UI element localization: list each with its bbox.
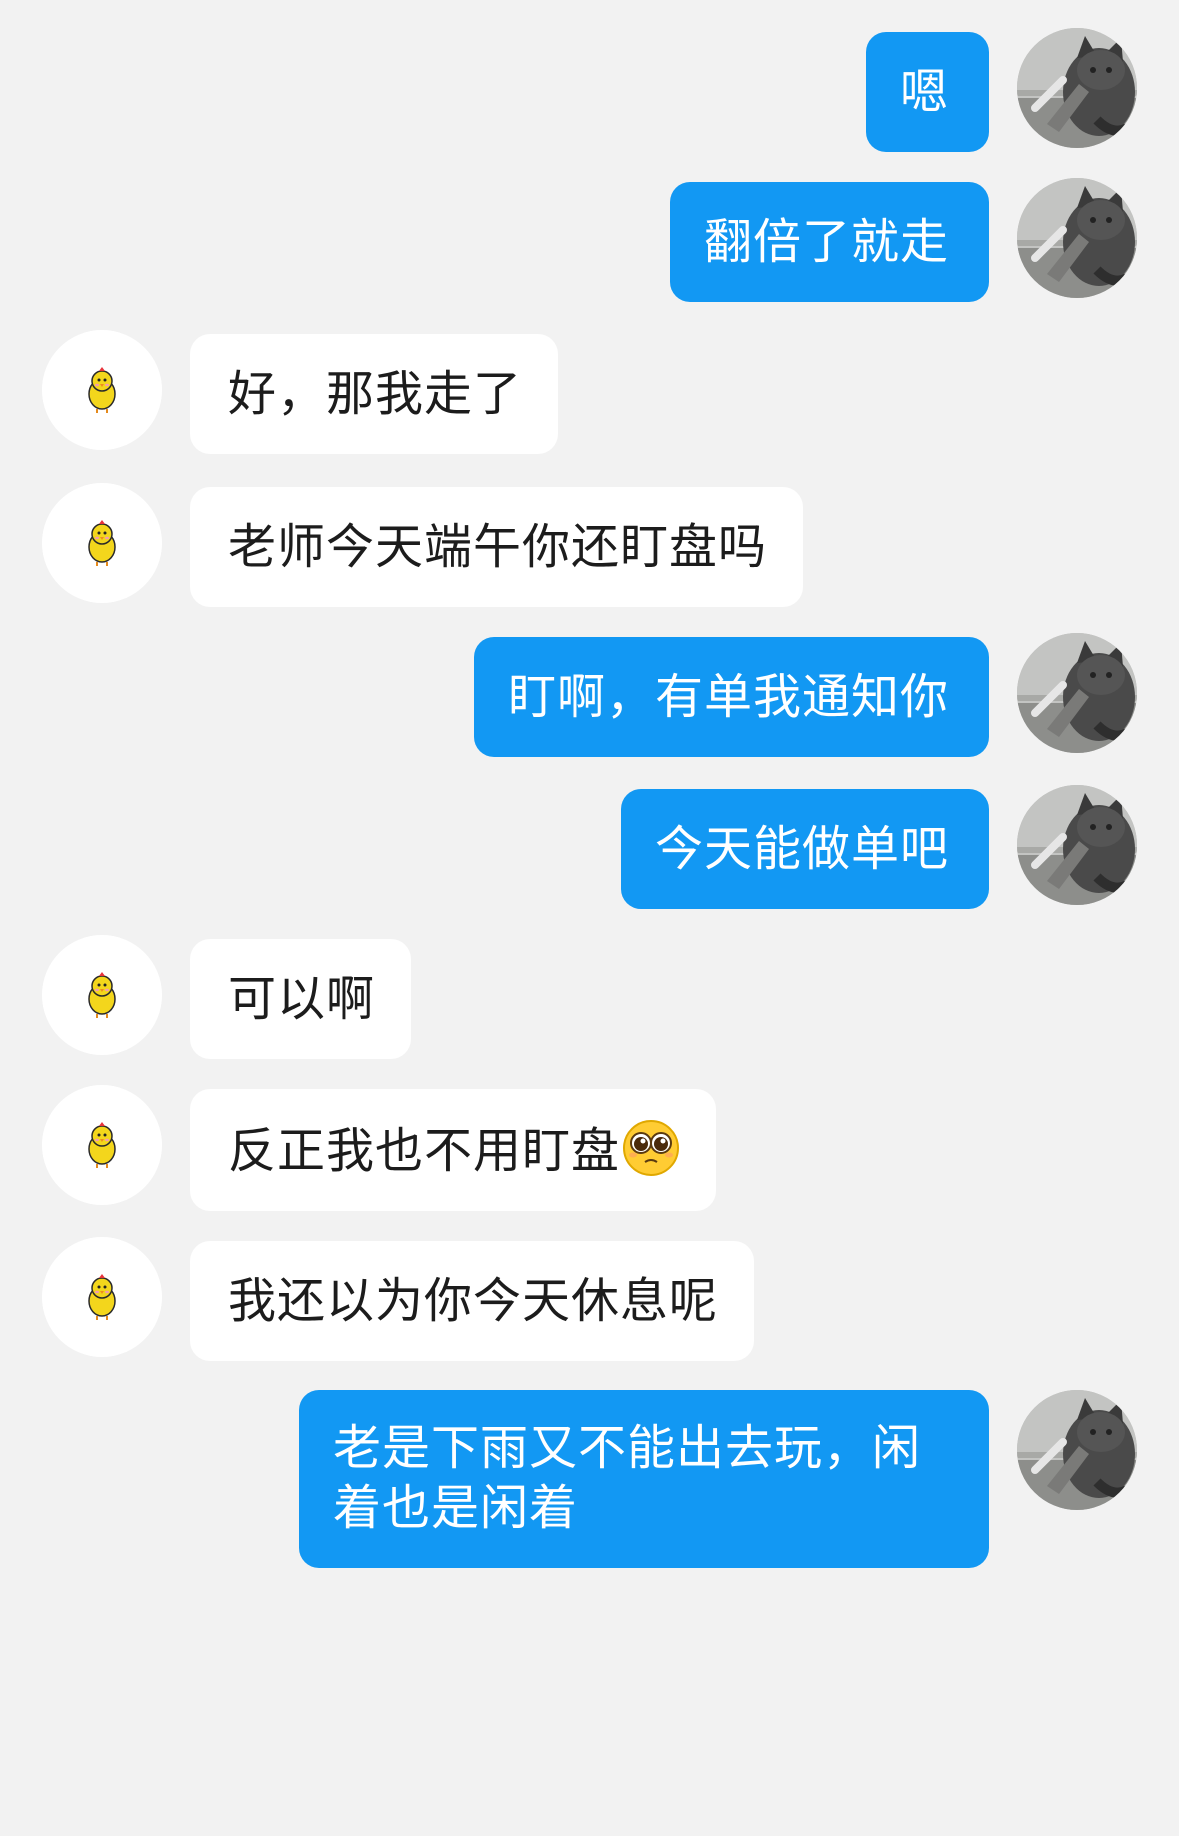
message-text: 反正我也不用盯盘 [228, 1123, 621, 1179]
message-text: 翻倍了就走 [703, 214, 949, 270]
message-text: 老是下雨又不能出去玩，闲着也是闲着 [333, 1420, 922, 1536]
incoming-message-bubble[interactable]: 可以啊 [190, 939, 412, 1059]
chick-avatar-icon[interactable] [42, 330, 162, 450]
cat-avatar-icon[interactable] [1017, 785, 1137, 905]
cat-avatar-icon[interactable] [1017, 1390, 1137, 1510]
pleading-face-emoji-icon [622, 1119, 680, 1177]
chick-avatar-icon[interactable] [42, 483, 162, 603]
message-text: 可以啊 [228, 971, 376, 1027]
message-text: 老师今天端午你还盯盘吗 [228, 519, 768, 575]
message-text: 今天能做单吧 [654, 821, 949, 877]
cat-avatar-icon[interactable] [1017, 28, 1137, 148]
incoming-message-bubble[interactable]: 我还以为你今天休息呢 [190, 1241, 755, 1361]
incoming-message-bubble[interactable]: 反正我也不用盯盘 [190, 1089, 717, 1211]
message-text: 我还以为你今天休息呢 [228, 1273, 719, 1329]
incoming-message-bubble[interactable]: 好，那我走了 [190, 334, 559, 454]
outgoing-message-bubble[interactable]: 盯啊，有单我通知你 [473, 637, 989, 757]
outgoing-message-bubble[interactable]: 嗯 [865, 32, 989, 152]
outgoing-message-bubble[interactable]: 老是下雨又不能出去玩，闲着也是闲着 [299, 1390, 989, 1568]
outgoing-message-bubble[interactable]: 今天能做单吧 [620, 789, 989, 909]
cat-avatar-icon[interactable] [1017, 178, 1137, 298]
outgoing-message-bubble[interactable]: 翻倍了就走 [669, 182, 989, 302]
message-text: 盯啊，有单我通知你 [507, 669, 949, 725]
chick-avatar-icon[interactable] [42, 1085, 162, 1205]
incoming-message-bubble[interactable]: 老师今天端午你还盯盘吗 [190, 487, 804, 607]
cat-avatar-icon[interactable] [1017, 633, 1137, 753]
message-text: 好，那我走了 [228, 366, 523, 422]
message-text: 嗯 [899, 64, 949, 120]
chick-avatar-icon[interactable] [42, 1237, 162, 1357]
chick-avatar-icon[interactable] [42, 935, 162, 1055]
